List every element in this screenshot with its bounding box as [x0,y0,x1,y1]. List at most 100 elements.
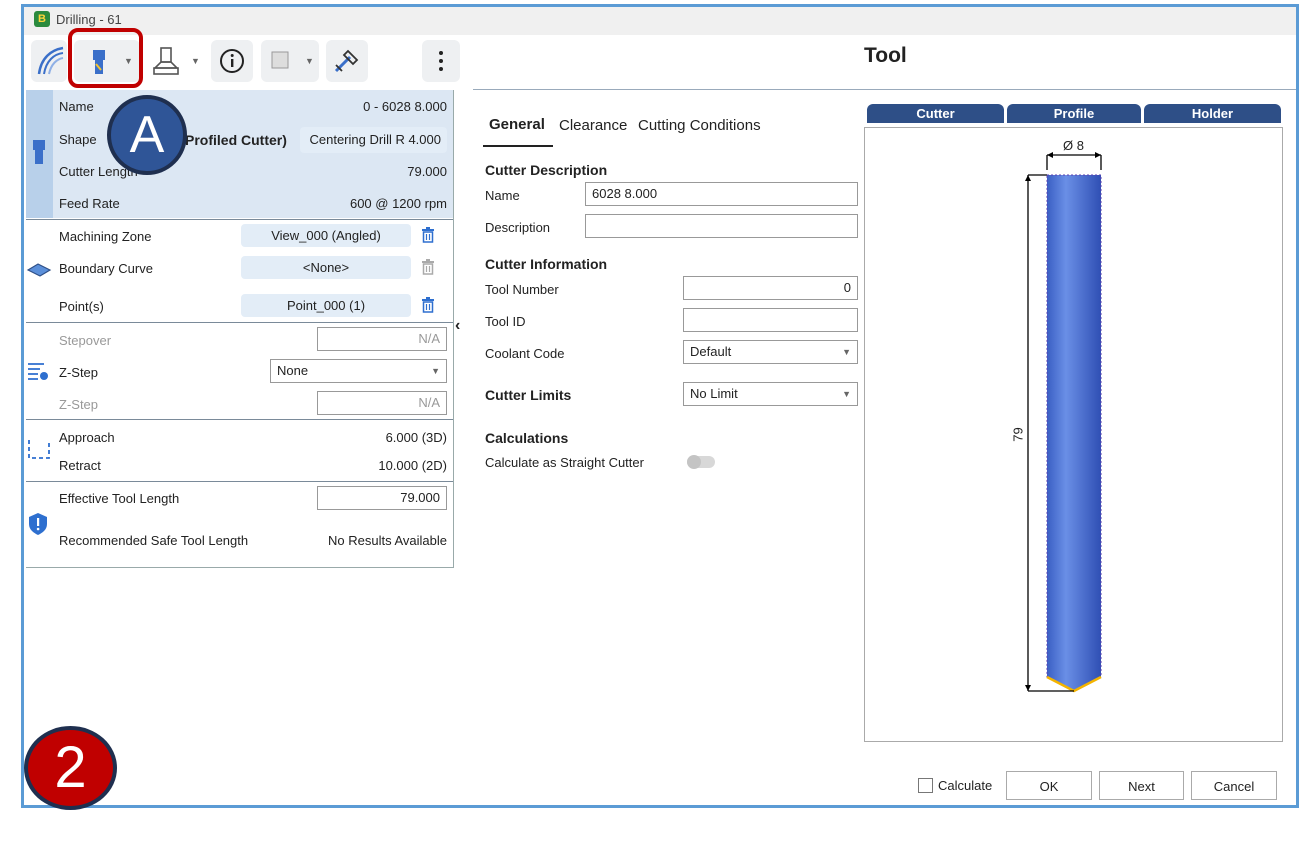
cutter-drawing [1025,152,1102,693]
cutter-limits-heading: Cutter Limits [485,387,572,403]
next-button[interactable]: Next [1099,771,1184,800]
calculate-checkbox[interactable] [918,778,933,793]
trash-icon[interactable] [421,259,435,275]
divider [26,322,453,323]
stepover-label: Stepover [59,333,112,348]
chevron-down-icon: ▼ [431,366,440,376]
tool-shape-label: Shape [59,132,97,147]
page-title: Tool [864,44,907,67]
tab-clearance[interactable]: Clearance [559,117,627,134]
holder-dropdown-icon[interactable]: ▼ [191,56,200,66]
annotation-badge-2: 2 [24,726,117,810]
app-icon: B [34,11,50,27]
boundary-curve-select[interactable]: <None> [241,256,411,279]
tool-number-input[interactable]: 0 [683,276,858,300]
zstep-section-icon [28,363,48,380]
diameter-label: Ø 8 [1063,138,1084,153]
feed-rate-value: 600 @ 1200 rpm [349,196,447,211]
tool-name-value: 0 - 6028 8.000 [363,99,447,114]
recommended-safe-length-value: No Results Available [328,533,447,548]
setup-icon [334,49,359,73]
stock-dropdown-icon[interactable]: ▼ [305,56,314,66]
cutter-length-value: 79.000 [407,164,447,179]
cancel-button[interactable]: Cancel [1191,771,1277,800]
coolant-code-value: Default [690,344,732,359]
machining-zone-label: Machining Zone [59,229,152,244]
tool-shape-profiled: Profiled Cutter) [185,132,287,148]
holder-icon [153,47,179,75]
tool-name-label: Name [59,99,94,114]
zstep-label: Z-Step [59,365,99,380]
cutter-name-label: Name [485,188,520,203]
straight-cutter-toggle[interactable] [687,455,715,469]
coolant-code-select[interactable]: Default ▼ [683,340,858,364]
divider [26,219,453,220]
effective-tool-length-input[interactable]: 79.000 [317,486,447,510]
collapse-panel-icon[interactable]: ‹ [455,317,460,335]
trash-icon[interactable] [421,297,435,313]
links-section-icon [28,440,50,459]
tool-section-icon [33,140,45,164]
chevron-down-icon: ▼ [842,347,851,357]
window-title: Drilling - 61 [56,12,122,27]
preview-tab-cutter[interactable]: Cutter [867,104,1004,123]
calculations-heading: Calculations [485,430,569,446]
zstep-select-value: None [277,363,309,378]
retract-value: 10.000 (2D) [378,458,447,473]
boundary-curve-label: Boundary Curve [59,261,153,276]
stock-icon [271,51,289,69]
chevron-down-icon: ▼ [842,389,851,399]
approach-value: 6.000 (3D) [385,430,447,445]
tab-cutting-conditions[interactable]: Cutting Conditions [638,117,761,134]
toolpath-button[interactable] [31,40,67,82]
points-select[interactable]: Point_000 (1) [241,294,411,317]
more-menu-icon [439,51,443,71]
cutter-description-input[interactable] [585,214,858,238]
zstep-select[interactable]: None ▼ [270,359,447,383]
zstep-value-label: Z-Step [59,397,99,412]
divider [26,419,453,420]
machining-zone-select[interactable]: View_000 (Angled) [241,224,411,247]
tool-number-label: Tool Number [485,282,559,297]
trash-icon[interactable] [421,227,435,243]
ok-button[interactable]: OK [1006,771,1092,800]
shield-icon [29,513,47,535]
heading-divider [473,89,1296,90]
zstep-input[interactable]: N/A [317,391,447,415]
effective-tool-length-label: Effective Tool Length [59,491,180,506]
info-button[interactable] [211,40,253,82]
active-tab-underline [483,145,553,147]
title-bar [24,7,1296,35]
tool-id-label: Tool ID [485,314,526,329]
cutter-information-heading: Cutter Information [485,256,608,272]
info-icon [220,49,244,73]
tool-shape-value: Centering Drill R 4.000 [309,132,441,147]
stepover-input[interactable]: N/A [317,327,447,351]
cutter-limits-value: No Limit [690,386,738,401]
feed-rate-label: Feed Rate [59,196,120,211]
divider [26,481,453,482]
retract-label: Retract [59,458,101,473]
setup-button[interactable] [326,40,368,82]
stock-button[interactable]: ▼ [261,40,319,82]
straight-cutter-label: Calculate as Straight Cutter [485,455,644,470]
recommended-safe-length-label: Recommended Safe Tool Length [59,533,249,548]
preview-tab-profile[interactable]: Profile [1007,104,1141,123]
approach-label: Approach [59,430,115,445]
annotation-badge-a: A [107,95,187,175]
cutter-name-input[interactable]: 6028 8.000 [585,182,858,206]
calculate-label: Calculate [938,778,993,793]
tab-general[interactable]: General [489,116,545,133]
toolpath-icon [37,46,64,75]
boundary-section-icon [26,263,52,277]
cutter-description-heading: Cutter Description [485,162,608,178]
cutter-description-label: Description [485,220,551,235]
tool-id-input[interactable] [683,308,858,332]
tool-button-highlight [68,28,143,88]
preview-tab-holder[interactable]: Holder [1144,104,1281,123]
coolant-code-label: Coolant Code [485,346,565,361]
more-menu-button[interactable] [422,40,460,82]
length-label: 79 [1010,427,1026,442]
holder-button[interactable]: ▼ [147,40,203,82]
cutter-limits-select[interactable]: No Limit ▼ [683,382,858,406]
